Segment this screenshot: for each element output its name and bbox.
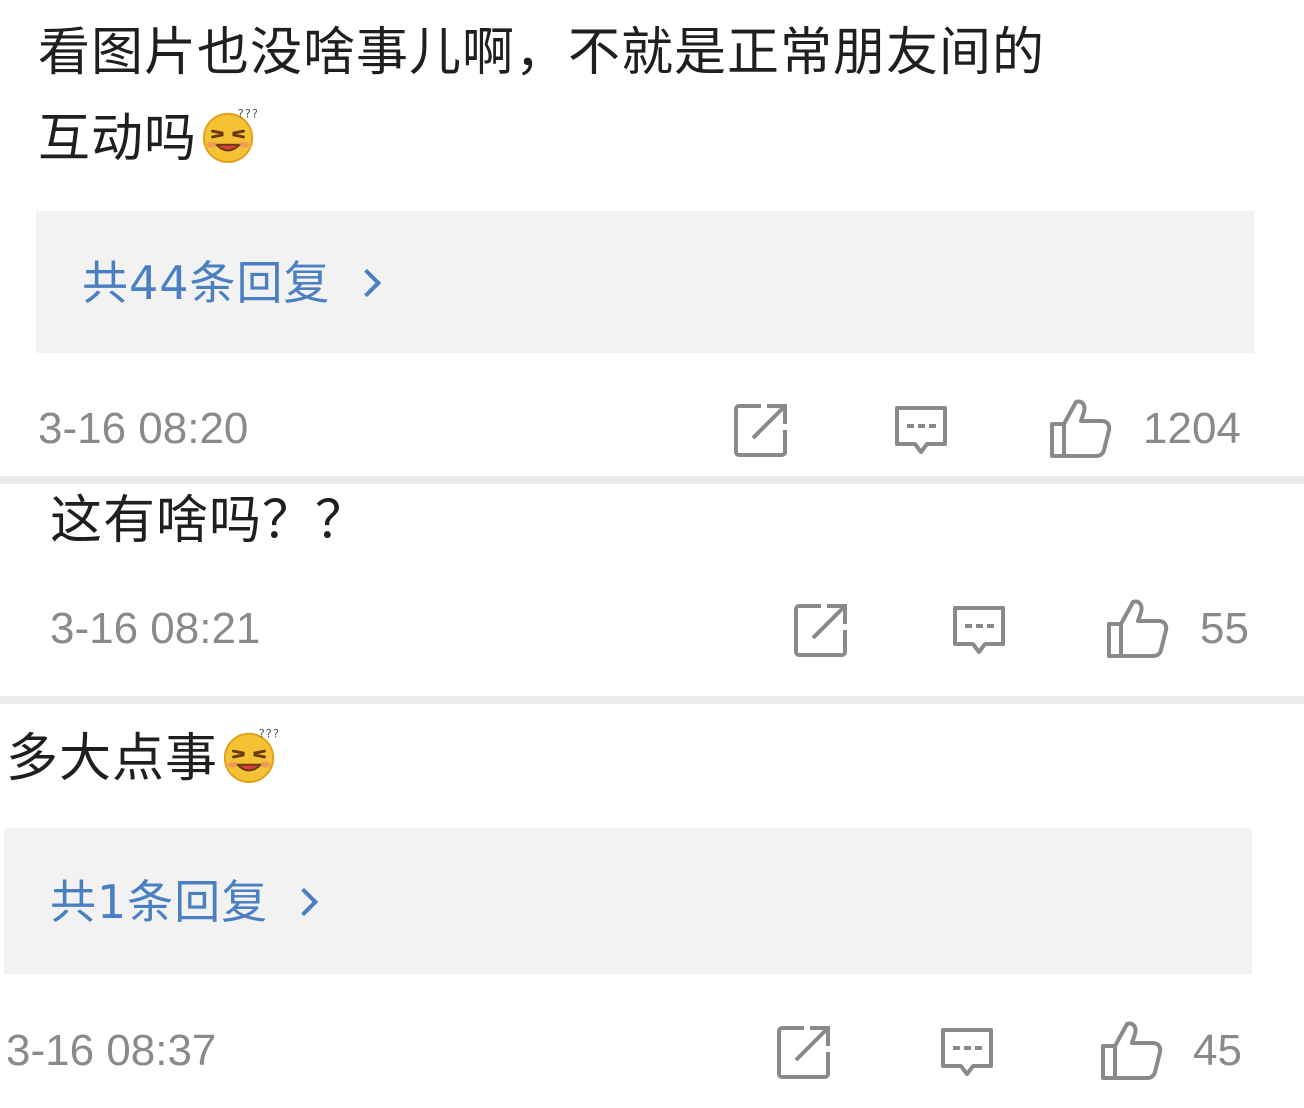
timestamp: 3-16 08:20 — [38, 404, 249, 453]
comment-item: 这有啥吗？？ 3-16 08:21 55 — [0, 484, 1304, 696]
comment-text-line: 多大点事 — [6, 716, 1206, 802]
chevron-right-icon — [352, 268, 381, 298]
thumbs-up-icon[interactable] — [1048, 396, 1112, 460]
comment-icon[interactable] — [937, 1022, 997, 1082]
share-icon[interactable] — [774, 1022, 834, 1082]
share-icon[interactable] — [791, 600, 851, 660]
reply-box[interactable]: 共44条回复 — [36, 211, 1254, 353]
comment-text-line: 看图片也没啥事儿啊，不就是正常朋友间的 — [38, 23, 1046, 83]
view-replies-link[interactable]: 共44条回复 — [82, 253, 381, 313]
thumbs-up-icon[interactable] — [1099, 1018, 1163, 1082]
comment-text: 这有啥吗？？ — [50, 478, 1250, 564]
reply-count-label: 共1条回复 — [50, 875, 269, 929]
like-count: 55 — [1200, 604, 1249, 653]
comment-meta: 3-16 08:37 45 — [0, 1016, 1304, 1086]
comment-text-line: 互动吗 — [38, 96, 1268, 182]
share-icon[interactable] — [731, 400, 791, 460]
comment-meta: 3-16 08:21 55 — [0, 594, 1304, 664]
comment-text: 多大点事 — [6, 716, 1206, 802]
timestamp: 3-16 08:21 — [50, 604, 261, 653]
like-count: 45 — [1193, 1026, 1242, 1075]
comment-icon[interactable] — [891, 400, 951, 460]
comment-meta: 3-16 08:20 1204 — [0, 394, 1304, 464]
thumbs-up-icon[interactable] — [1105, 596, 1169, 660]
comment-text-line: 这有啥吗？？ — [50, 491, 369, 551]
squinting-face-emoji-icon — [220, 726, 278, 784]
comment-text: 看图片也没啥事儿啊，不就是正常朋友间的 互动吗 — [38, 10, 1268, 182]
comment-item: 看图片也没啥事儿啊，不就是正常朋友间的 互动吗 共44条回复 3-16 08:2… — [0, 0, 1304, 476]
squinting-face-emoji-icon — [199, 106, 257, 164]
reply-box[interactable]: 共1条回复 — [4, 828, 1252, 974]
view-replies-link[interactable]: 共1条回复 — [50, 872, 319, 932]
chevron-right-icon — [290, 887, 319, 917]
comment-icon[interactable] — [949, 600, 1009, 660]
comment-item: 多大点事 共1条回复 3-16 08:37 45 — [0, 704, 1304, 1108]
timestamp: 3-16 08:37 — [6, 1026, 217, 1075]
reply-count-label: 共44条回复 — [82, 256, 331, 310]
like-count: 1204 — [1143, 404, 1241, 453]
divider — [0, 696, 1304, 704]
